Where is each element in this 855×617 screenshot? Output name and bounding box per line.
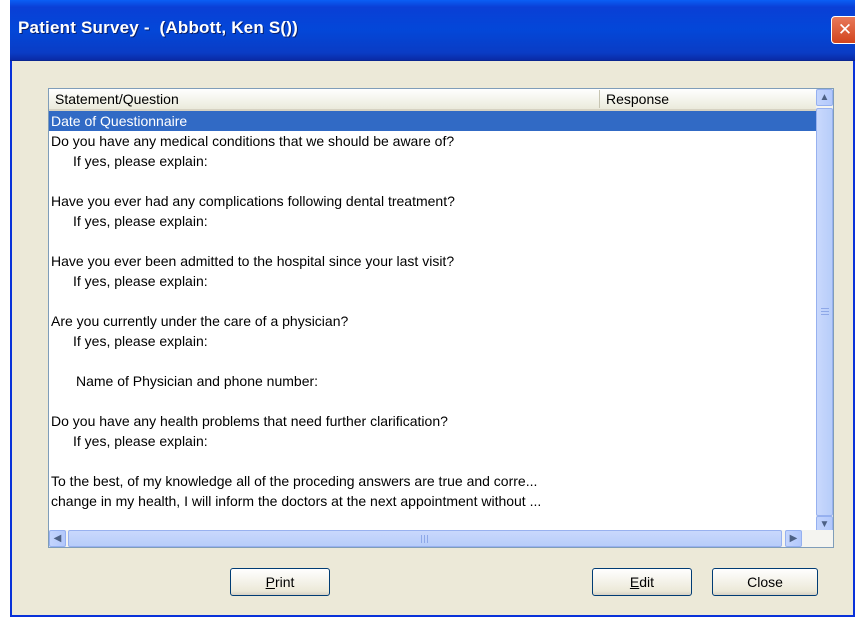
scroll-left-icon[interactable]: ◀ <box>49 530 66 547</box>
list-item[interactable] <box>49 351 816 371</box>
list-item[interactable]: Have you ever been admitted to the hospi… <box>49 251 816 271</box>
list-item[interactable]: If yes, please explain: <box>49 431 816 451</box>
close-window-icon[interactable]: ✕ <box>831 16 855 44</box>
horizontal-scrollbar[interactable]: ◀ ▶ <box>49 530 833 547</box>
list-header: Statement/Question Response <box>49 89 816 111</box>
list-item[interactable]: Are you currently under the care of a ph… <box>49 311 816 331</box>
thumb-grip-icon <box>821 311 829 312</box>
column-header-response[interactable]: Response <box>600 90 800 108</box>
thumb-grip-icon <box>427 535 428 543</box>
list-item[interactable]: Date of Questionnaire <box>49 111 816 131</box>
list-item[interactable]: If yes, please explain: <box>49 271 816 291</box>
print-mnemonic: P <box>265 574 275 590</box>
list-item[interactable] <box>49 391 816 411</box>
thumb-grip-icon <box>821 308 829 309</box>
close-button[interactable]: Close <box>712 568 818 596</box>
list-item[interactable]: If yes, please explain: <box>49 211 816 231</box>
vertical-scrollbar[interactable]: ▲ ▼ <box>816 89 833 533</box>
vertical-scroll-thumb[interactable] <box>816 108 833 516</box>
list-item[interactable] <box>49 451 816 471</box>
survey-list[interactable]: Statement/Question Response Date of Ques… <box>48 88 834 548</box>
scroll-up-icon[interactable]: ▲ <box>816 89 833 106</box>
list-item[interactable] <box>49 231 816 251</box>
thumb-grip-icon <box>421 535 422 543</box>
print-label: rint <box>274 574 295 590</box>
horizontal-scroll-thumb[interactable] <box>68 530 782 547</box>
column-header-statement[interactable]: Statement/Question <box>49 90 600 108</box>
list-item[interactable] <box>49 171 816 191</box>
edit-button[interactable]: Edit <box>592 568 692 596</box>
list-item[interactable]: change in my health, I will inform the d… <box>49 491 816 511</box>
list-item[interactable]: If yes, please explain: <box>49 331 816 351</box>
list-rows: Date of Questionnaire Do you have any med… <box>49 111 816 511</box>
list-item[interactable]: Name of Physician and phone number: <box>49 371 816 391</box>
list-item[interactable]: To the best, of my knowledge all of the … <box>49 471 816 491</box>
window-title: Patient Survey - (Abbott, Ken S()) <box>18 18 298 37</box>
thumb-grip-icon <box>424 535 425 543</box>
list-item[interactable] <box>49 291 816 311</box>
edit-mnemonic: E <box>629 574 640 590</box>
edit-label: dit <box>639 574 655 590</box>
list-item[interactable]: Do you have any health problems that nee… <box>49 411 816 431</box>
list-item[interactable]: Have you ever had any complications foll… <box>49 191 816 211</box>
patient-survey-window: Patient Survey - (Abbott, Ken S()) ✕ Sta… <box>10 0 855 617</box>
thumb-grip-icon <box>821 314 829 315</box>
scroll-right-icon[interactable]: ▶ <box>785 530 802 547</box>
title-bar[interactable]: Patient Survey - (Abbott, Ken S()) ✕ <box>10 0 855 61</box>
list-item[interactable]: If yes, please explain: <box>49 151 816 171</box>
list-item[interactable]: Do you have any medical conditions that … <box>49 131 816 151</box>
print-button[interactable]: Print <box>230 568 330 596</box>
